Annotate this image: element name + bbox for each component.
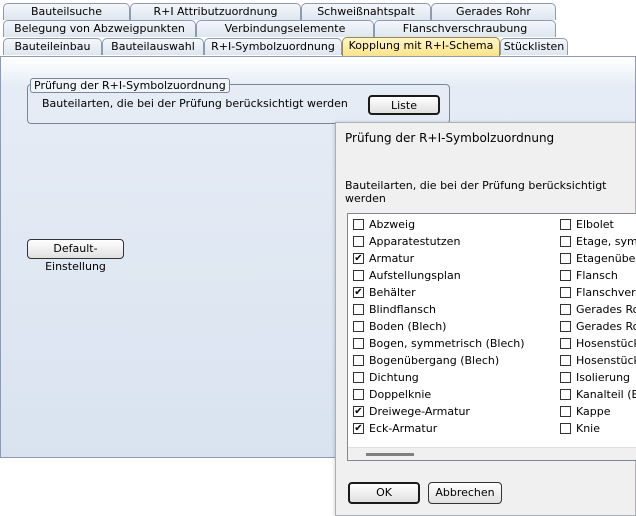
tab-strip: Bauteilsuche R+I Attributzuordnung Schwe… (0, 0, 636, 57)
ok-button[interactable]: OK (348, 482, 420, 504)
checkbox[interactable] (353, 270, 364, 281)
checkbox[interactable] (560, 338, 571, 349)
list-item-label: Behälter (369, 286, 416, 299)
list-item-label: Hosenstück (576, 337, 636, 350)
group-title: Prüfung der R+I-Symbolzuordnung (30, 78, 230, 93)
tab-ri-symbolzuordnung[interactable]: R+I-Symbolzuordnung (204, 38, 342, 55)
list-item-label: Apparatestutzen (369, 235, 461, 248)
list-item-label: Elbolet (576, 218, 614, 231)
list-item-label: Flanschver (576, 286, 636, 299)
tab-flanschverschraubung[interactable]: Flanschverschraubung (374, 20, 556, 37)
tab-schweissnahtspalt[interactable]: Schweißnahtspalt (301, 3, 431, 20)
checkbox[interactable] (353, 236, 364, 247)
tab-verbindungselemente[interactable]: Verbindungselemente (196, 20, 374, 37)
list-item-label: Armatur (369, 252, 415, 265)
tab-bauteilauswahl[interactable]: Bauteilauswahl (102, 38, 204, 55)
tab-stuecklisten[interactable]: Stücklisten (500, 38, 568, 55)
list-item-label: Dreiwege-Armatur (369, 405, 470, 418)
checkbox[interactable]: ✔ (353, 423, 364, 434)
list-item-label: Bogen, symmetrisch (Blech) (369, 337, 525, 350)
tab-ri-attributzuordnung[interactable]: R+I Attributzuordnung (130, 3, 301, 20)
scrollbar-thumb[interactable] (366, 453, 414, 456)
checkbox[interactable] (560, 253, 571, 264)
checkbox[interactable] (560, 219, 571, 230)
checkbox[interactable] (353, 338, 364, 349)
list-item-label: Bogenübergang (Blech) (369, 354, 500, 367)
default-einstellung-button[interactable]: Default-Einstellung (27, 239, 124, 273)
checkbox[interactable] (560, 287, 571, 298)
checkbox[interactable] (353, 372, 364, 383)
liste-button[interactable]: Liste (368, 95, 440, 115)
tab-bauteilsuche[interactable]: Bauteilsuche (3, 3, 130, 20)
list-item-label: Aufstellungsplan (369, 269, 461, 282)
list-item-label: Kanalteil (E (576, 388, 636, 401)
tab-belegung-von-abzweigpunkten[interactable]: Belegung von Abzweigpunkten (3, 20, 196, 37)
list-item-label: Flansch (576, 269, 618, 282)
checkbox[interactable] (560, 355, 571, 366)
checkbox[interactable] (560, 304, 571, 315)
checkbox[interactable] (560, 372, 571, 383)
tab-gerades-rohr[interactable]: Gerades Rohr (431, 3, 556, 20)
abbrechen-button[interactable]: Abbrechen (428, 482, 502, 504)
tab-kopplung-mit-ri-schema[interactable]: Kopplung mit R+I-Schema (342, 37, 500, 56)
group-description: Bauteilarten, die bei der Prüfung berück… (42, 97, 348, 110)
checkbox[interactable]: ✔ (353, 406, 364, 417)
checkbox[interactable] (353, 355, 364, 366)
list-item-label: Etagenübe (576, 252, 636, 265)
list-item-label: Blindflansch (369, 303, 437, 316)
checkbox[interactable] (353, 219, 364, 230)
checkbox[interactable] (353, 304, 364, 315)
list-item-label: Abzweig (369, 218, 416, 231)
list-item-label: Isolierung (576, 371, 631, 384)
checkbox[interactable] (560, 423, 571, 434)
list-item-label: Doppelknie (369, 388, 432, 401)
list-item-label: Knie (576, 422, 601, 435)
horizontal-scrollbar[interactable] (348, 447, 636, 460)
symbol-check-dialog: Prüfung der R+I-Symbolzuordnung Bauteila… (335, 122, 636, 516)
checkbox[interactable] (560, 236, 571, 247)
tab-bauteileinbau[interactable]: Bauteileinbau (3, 38, 102, 55)
checkbox[interactable] (560, 406, 571, 417)
dialog-title: Prüfung der R+I-Symbolzuordnung (345, 131, 555, 145)
checkbox[interactable] (560, 389, 571, 400)
list-item-label: Boden (Blech) (369, 320, 447, 333)
list-item-label: Dichtung (369, 371, 419, 384)
list-item-label: Hosenstück (576, 354, 636, 367)
component-type-listbox[interactable]: Abzweig Apparatestutzen ✔ Armatur Aufstellun… (347, 213, 636, 461)
checkbox[interactable]: ✔ (353, 287, 364, 298)
list-item-label: Etage, sym (576, 235, 636, 248)
list-item-label: Kappe (576, 405, 611, 418)
checkbox[interactable] (560, 270, 571, 281)
list-item-label: Gerades Ro (576, 320, 636, 333)
checkbox[interactable] (560, 321, 571, 332)
checkbox[interactable] (353, 321, 364, 332)
dialog-prompt: Bauteilarten, die bei der Prüfung berück… (345, 179, 607, 205)
checkbox[interactable] (353, 389, 364, 400)
list-item-label: Gerades Ro (576, 303, 636, 316)
list-item-label: Eck-Armatur (369, 422, 438, 435)
checkbox[interactable]: ✔ (353, 253, 364, 264)
